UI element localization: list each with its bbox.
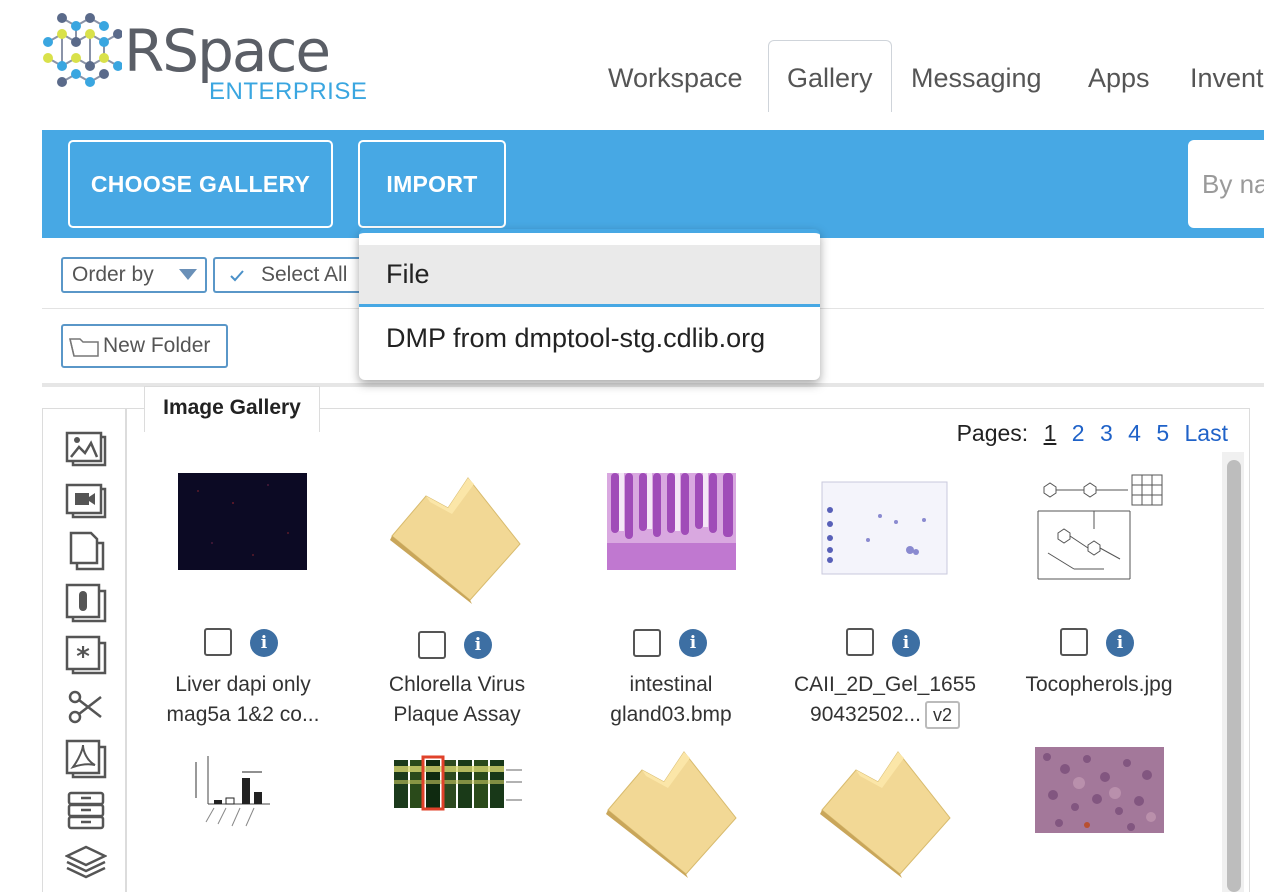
page-link-last[interactable]: Last [1185,420,1228,446]
gallery-item[interactable]: i CAII_2D_Gel_1655 90432502... v2 [778,460,992,740]
item-caption-line1: Tocopherols.jpg [1025,673,1173,696]
import-dropdown-menu: File DMP from dmptool-stg.cdlib.org [359,229,820,380]
page-link-1[interactable]: 1 [1044,420,1057,446]
image-gallery-tab[interactable]: Image Gallery [144,386,320,432]
item-checkbox[interactable] [418,631,446,659]
tab-workspace[interactable]: Workspace [608,58,743,98]
svg-text:*: * [76,642,90,672]
item-caption-line1: CAII_2D_Gel_1655 [793,673,977,696]
tab-inventory[interactable]: Invent [1190,58,1264,98]
image-icon[interactable] [65,427,107,467]
item-caption-line2: gland03.bmp [610,703,732,726]
folder-icon[interactable] [818,748,954,878]
gallery-toolbar: CHOOSE GALLERY IMPORT By na [42,130,1264,238]
gallery-item[interactable]: i Chlorella Virus Plaque Assay [350,460,564,740]
item-caption-line1: Liver dapi only [175,673,311,696]
logo-wordmark: RSpace [124,17,331,85]
order-by-label: Order by [72,263,154,286]
item-checkbox[interactable] [204,628,232,656]
menu-item-dmp-import[interactable]: DMP from dmptool-stg.cdlib.org [359,310,820,370]
order-by-select[interactable]: Order by [61,257,207,293]
item-checkbox[interactable] [633,629,661,657]
page-link-3[interactable]: 3 [1100,420,1113,446]
tab-apps[interactable]: Apps [1088,58,1150,98]
chevron-down-icon [179,269,197,280]
snippet-icon[interactable]: * [65,635,107,675]
layers-icon[interactable] [65,843,107,883]
dark-micrograph-thumbnail[interactable] [178,473,307,570]
new-folder-label: New Folder [103,334,211,357]
gallery-type-sidebar: * [42,408,126,892]
logo-subtitle: ENTERPRISE [209,78,368,105]
item-caption-line2: 90432502... [810,703,921,726]
tab-gallery[interactable]: Gallery [768,40,892,112]
info-icon[interactable]: i [464,631,492,659]
page-link-2[interactable]: 2 [1072,420,1085,446]
scrollbar-thumb[interactable] [1227,460,1241,892]
rspace-logo[interactable]: RSpace ENTERPRISE [42,8,367,108]
page-link-4[interactable]: 4 [1128,420,1141,446]
import-button[interactable]: IMPORT [358,140,506,228]
histology-thumbnail[interactable] [607,473,736,570]
new-folder-button[interactable]: New Folder [61,324,228,368]
chemical-structure-thumbnail[interactable] [1034,473,1164,583]
gel-thumbnail[interactable] [820,480,949,576]
pdf-icon[interactable] [65,739,107,779]
folder-icon[interactable] [388,474,524,604]
item-caption-line2: Plaque Assay [393,703,521,726]
video-icon[interactable] [65,479,107,519]
info-icon[interactable]: i [679,629,707,657]
item-caption-line2-with-version: 90432502... v2 [778,700,992,730]
info-icon[interactable]: i [1106,629,1134,657]
pages-label: Pages: [956,420,1029,446]
menu-item-file[interactable]: File [359,245,820,307]
info-icon[interactable]: i [250,629,278,657]
item-checkbox[interactable] [1060,628,1088,656]
folder-icon[interactable] [604,748,740,878]
checkmark-icon [230,270,244,282]
gallery-item[interactable]: i intestinal gland03.bmp [564,460,778,740]
pagination: Pages: 1 2 3 4 5 Last [957,420,1228,447]
miscellaneous-icon[interactable] [65,687,107,727]
bar-chart-thumbnail[interactable] [186,752,272,832]
gallery-item[interactable]: i Tocopherols.jpg [992,460,1206,740]
version-badge: v2 [924,701,960,729]
molecule-logo-icon [43,13,122,87]
search-input[interactable]: By na [1188,140,1264,228]
documents-icon[interactable] [65,531,107,571]
item-caption-line1: Chlorella Virus [388,673,526,696]
tab-messaging[interactable]: Messaging [911,58,1042,98]
tissue-thumbnail[interactable] [1035,747,1164,833]
select-all-button[interactable]: Select All [213,257,363,293]
page-link-5[interactable]: 5 [1156,420,1169,446]
info-icon[interactable]: i [892,629,920,657]
gallery-item[interactable]: i Liver dapi only mag5a 1&2 co... [136,460,350,740]
filestore-icon[interactable] [65,791,107,831]
choose-gallery-button[interactable]: CHOOSE GALLERY [68,140,333,228]
item-checkbox[interactable] [846,628,874,656]
gel-lanes-thumbnail[interactable] [392,752,524,812]
chemistry-icon[interactable] [65,583,107,623]
select-all-label: Select All [261,263,348,286]
item-caption-line2: mag5a 1&2 co... [166,703,320,726]
item-caption-line1: intestinal [629,673,713,696]
folder-outline-icon [69,338,99,357]
